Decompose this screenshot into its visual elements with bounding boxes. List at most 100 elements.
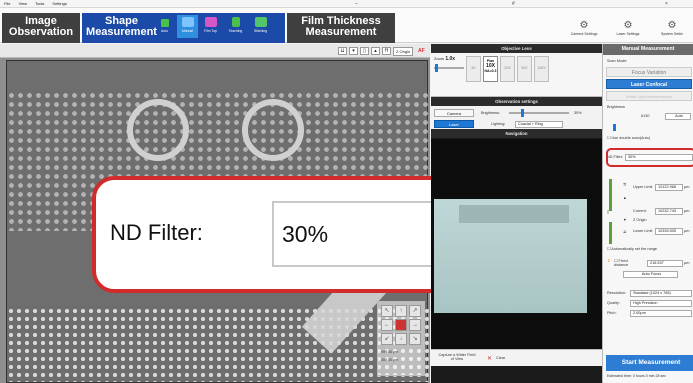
z-down-icon[interactable]: ⇊ xyxy=(623,229,626,234)
quality-select[interactable]: High Precision xyxy=(630,300,692,307)
z-origin-small-button[interactable]: Z Origin xyxy=(633,218,647,222)
z-origin-button[interactable]: Z Origin xyxy=(393,47,414,56)
scan-mode-label: Scan Mode: xyxy=(607,59,628,63)
brightness-slider-thumb[interactable] xyxy=(521,109,524,117)
viewer-toolbar: ⇊ ▾ ▯ ▴ ⇈ Z Origin AF xyxy=(0,44,430,58)
pattern-lower xyxy=(7,307,429,382)
autofocus-button[interactable]: AF xyxy=(418,48,425,54)
lower-limit-input[interactable]: 10339.505 xyxy=(655,228,683,235)
teaching-button[interactable]: Teaching xyxy=(225,15,246,38)
double-scan-checkbox[interactable]: ☐ Use double scan(Auto) xyxy=(607,135,650,140)
fixed-distance-icon: ⇕ xyxy=(607,259,611,263)
lens-50x[interactable]: 50X xyxy=(517,56,532,82)
brightness-value: 30% xyxy=(574,111,582,115)
z-up-icon[interactable]: ⇈ xyxy=(623,182,626,187)
stage-x-readout: 999.56 μm xyxy=(381,350,399,354)
stage-navigator[interactable]: ↖ ↑ ↗ ← → ↙ ↓ ↘ 999.56 μm 300.50 μm xyxy=(377,301,425,376)
nd-filter-highlight xyxy=(606,148,693,167)
current-position-input[interactable]: 10232.743 xyxy=(655,208,683,215)
pitch-select[interactable]: 2.00μm xyxy=(630,310,692,317)
fixed-distance-checkbox[interactable]: ☐ Fixed distance xyxy=(614,258,636,267)
clear-button[interactable]: Clear xyxy=(496,356,505,360)
z-stop-icon[interactable]: ▯ xyxy=(360,47,369,55)
laser-confocal-button[interactable]: Laser Confocal xyxy=(606,79,692,89)
manual-icon xyxy=(181,17,194,27)
upper-limit-input[interactable]: 10122.968 xyxy=(655,184,683,191)
close-icon[interactable]: × xyxy=(665,1,668,7)
auto-range-checkbox[interactable]: ☐ Automatically set the range xyxy=(607,246,657,251)
capture-wider-button[interactable]: Capture a Wider Field of View xyxy=(437,353,477,361)
stage-arrow-nw-icon[interactable]: ↖ xyxy=(381,305,393,317)
navigation-footer: Capture a Wider Field of View ✕ Clear xyxy=(431,349,602,366)
menu-file[interactable]: File xyxy=(4,1,10,6)
lighting-select[interactable]: Coaxial + Ring xyxy=(515,121,563,128)
auto-icon xyxy=(160,19,169,27)
navigation-header: Navigation xyxy=(431,129,602,138)
lighting-label: Lighting: xyxy=(491,122,506,126)
z-down-icon[interactable]: ▾ xyxy=(349,47,358,55)
stage-stop-icon[interactable] xyxy=(395,319,407,331)
tab-film-thickness[interactable]: Film Thickness Measurement xyxy=(287,13,395,43)
z-up-icon[interactable]: ▴ xyxy=(371,47,380,55)
lens-100x[interactable]: 100X xyxy=(534,56,549,82)
rp-brightness-auto-button[interactable]: Auto xyxy=(665,113,691,120)
z-up-single-icon[interactable]: ▲ xyxy=(623,196,627,200)
tab-image-observation[interactable]: Image Observation xyxy=(2,13,80,43)
stage-arrow-e-icon[interactable]: → xyxy=(409,319,421,331)
stage-arrow-ne-icon[interactable]: ↗ xyxy=(409,305,421,317)
menu-tools[interactable]: Tools xyxy=(35,1,44,6)
start-measurement-button[interactable]: Start Measurement xyxy=(606,355,693,371)
laser-settings-button[interactable]: ⚙ Laser Settings xyxy=(611,20,645,45)
stitching-button[interactable]: Stitching xyxy=(250,15,271,38)
tab-shape-label: Shape Measurement xyxy=(86,15,157,38)
camera-settings-button[interactable]: ⚙ Camera Settings xyxy=(567,20,601,45)
lens-5x[interactable]: 5X xyxy=(466,56,481,82)
stage-arrow-w-icon[interactable]: ← xyxy=(381,319,393,331)
stage-arrow-se-icon[interactable]: ↘ xyxy=(409,333,421,345)
z-down-double-icon[interactable]: ⇊ xyxy=(338,47,347,55)
manual-measurement-header: Manual Measurement xyxy=(603,44,693,55)
resolution-label: Resolution: xyxy=(607,291,626,295)
navigation-image[interactable] xyxy=(434,199,587,313)
z-up-double-icon[interactable]: ⇈ xyxy=(382,47,391,55)
navigation-view[interactable]: Capture a Wider Field of View ✕ Clear xyxy=(431,139,602,366)
resolution-select[interactable]: Standard (1024 x 768) xyxy=(630,290,692,297)
film-top-button[interactable]: Film Top xyxy=(200,15,221,38)
manual-measurement-panel: Manual Measurement Scan Mode: Focus Vari… xyxy=(602,44,693,383)
zoom-slider-thumb[interactable] xyxy=(435,64,438,72)
maximize-icon[interactable]: # xyxy=(512,1,515,7)
settings-tools: ⚙ Camera Settings ⚙ Laser Settings ⚙ System… xyxy=(567,20,693,45)
zoom-slider[interactable] xyxy=(434,67,464,69)
system-settings-icon: ⚙ xyxy=(667,20,677,31)
stage-arrow-n-icon[interactable]: ↑ xyxy=(395,305,407,317)
lens-10x[interactable]: Plan 10X NA=0.3 xyxy=(483,56,498,82)
stage-arrow-sw-icon[interactable]: ↙ xyxy=(381,333,393,345)
clear-icon[interactable]: ✕ xyxy=(487,355,492,362)
laser-mode-button[interactable]: Laser xyxy=(434,120,474,128)
camera-mode-button[interactable]: Camera xyxy=(434,109,474,117)
upper-limit-label: Upper Limit xyxy=(633,185,653,189)
upper-range-bar xyxy=(609,179,612,211)
system-settings-button[interactable]: ⚙ System Settin xyxy=(655,20,689,45)
menu-view[interactable]: View xyxy=(18,1,27,6)
teaching-icon xyxy=(231,17,240,27)
brightness-slider[interactable] xyxy=(509,112,569,114)
rp-brightness-slider-thumb[interactable] xyxy=(613,124,616,131)
fixed-distance-input[interactable]: 216.537 xyxy=(647,260,683,267)
auto-focus-button[interactable]: Auto Focus xyxy=(623,271,678,278)
focus-variation-button[interactable]: Focus Variation xyxy=(606,67,692,77)
lens-20x[interactable]: 20X xyxy=(500,56,515,82)
stage-arrow-s-icon[interactable]: ↓ xyxy=(395,333,407,345)
tab-shape-measurement[interactable]: Shape Measurement Auto Manual Film Top T… xyxy=(82,13,285,43)
film-top-icon xyxy=(204,17,217,27)
estimated-time: Estimated time: 0 hours 0 min 28 sec xyxy=(607,374,667,378)
manual-mode-button[interactable]: Manual xyxy=(177,15,198,38)
minimize-icon[interactable]: – xyxy=(355,1,358,7)
auto-mode-button[interactable]: Auto xyxy=(154,15,175,38)
white-light-button[interactable]: White Light Interferometry xyxy=(606,91,692,101)
z-down-single-icon[interactable]: ▼ xyxy=(623,218,627,222)
menu-settings[interactable]: Settings xyxy=(52,1,66,6)
lens-selector: 5X Plan 10X NA=0.3 20X 50X 100X xyxy=(466,56,549,82)
quality-label: Quality: xyxy=(607,301,620,305)
pattern-wheel xyxy=(242,99,304,161)
